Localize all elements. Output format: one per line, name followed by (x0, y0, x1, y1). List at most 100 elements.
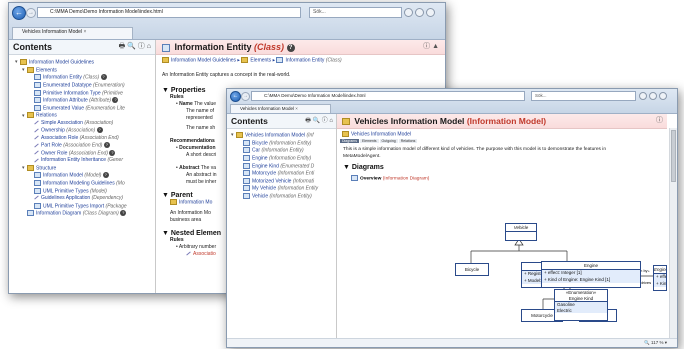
address-bar[interactable]: C:\MMA Demo\Demo Information Model\index… (251, 91, 525, 101)
breadcrumb-item[interactable]: Information Entity (285, 57, 324, 63)
tab-outgoing[interactable]: Outgoing (379, 139, 398, 144)
help-icon[interactable]: ? (102, 172, 109, 179)
settings-icon[interactable] (659, 92, 667, 100)
help-icon[interactable]: ? (120, 210, 127, 217)
uml-enum-value: Electric (555, 307, 607, 313)
home-icon[interactable] (404, 8, 413, 17)
tree-item-kind: (Model) (84, 172, 102, 179)
breadcrumb-item[interactable]: Elements (250, 57, 271, 63)
tree-item[interactable]: Vehicle (Information Entity) (231, 193, 336, 201)
uml-class-name: Motorcycle (531, 313, 553, 318)
overview-link[interactable]: Overview (Information Diagram) (343, 171, 667, 182)
contents-toolbar-icons[interactable]: 🖶 🔍 ⓘ ⌂ (305, 114, 333, 128)
page-title-kind: (Class) (254, 42, 285, 52)
folder-icon (20, 59, 27, 65)
info-icon[interactable]: ⓘ (656, 114, 663, 128)
nested-assoc-link[interactable]: Associatio (193, 251, 216, 257)
status-bar: 🔍 117 % ▾ (227, 338, 677, 347)
help-icon[interactable]: ? (112, 97, 119, 104)
tree-item[interactable]: Engine (Information Entity) (231, 154, 336, 163)
uml-class-engine-box[interactable]: Engine + effect: Integer [1] + Kind of E… (541, 261, 641, 288)
forward-button[interactable]: → (241, 92, 250, 101)
favorites-icon[interactable] (649, 92, 657, 100)
parent-link[interactable]: Information Mo (179, 200, 212, 206)
tree-item[interactable]: ▾ Information Model Guidelines (15, 59, 155, 67)
tree-item-label: Association Role (41, 134, 79, 141)
tree-item[interactable]: Motorcycle (Information Enti (231, 170, 336, 178)
help-icon[interactable]: ? (109, 149, 116, 156)
uml-class-name: Engine (654, 267, 667, 274)
tree-item[interactable]: ▾ Elements (15, 66, 155, 75)
tree-item[interactable]: Enumerated Datatype (Enumeration) (15, 81, 155, 90)
tree-item-kind: (Class Diagram) (82, 210, 119, 217)
tree-item[interactable]: Information Modeling Guidelines (Mo (15, 180, 155, 188)
tab-elements[interactable]: Elements (359, 139, 379, 144)
line-icon (34, 120, 39, 125)
tree-item[interactable]: Part Role (Association End) ? (15, 142, 155, 150)
tree-item[interactable]: ▾ Structure (15, 164, 155, 173)
class-icon (243, 154, 250, 161)
tree-item[interactable]: UML Primitive Types (Model) (15, 187, 155, 196)
home-icon[interactable] (639, 92, 647, 100)
tree-item[interactable]: My Vehicle (Information Entity (231, 185, 336, 193)
class-icon (276, 57, 284, 63)
uml-enum-engine-kind[interactable]: «Enumeration» Engine Kind Gasoline Elect… (554, 289, 608, 321)
tree-item[interactable]: Association Role (Association End) (15, 135, 155, 142)
contents-header: Contents 🖶 🔍 ⓘ ⌂ (9, 40, 155, 55)
uml-class-bicycle[interactable]: Bicycle (455, 263, 489, 276)
help-icon[interactable]: ? (96, 127, 103, 134)
tree-item[interactable]: UML Primitive Types Import (Package (15, 202, 155, 211)
tab-relations[interactable]: Relations (398, 139, 418, 144)
tree-item[interactable]: ▾ Relations (15, 112, 155, 120)
uml-class-engine[interactable]: Engine + effect: Integer [1] + Kind of E… (653, 265, 667, 291)
tree-item-label: Information Modeling Guidelines (43, 180, 115, 187)
vertical-scrollbar[interactable] (669, 128, 677, 338)
uml-class-vehicle[interactable]: Vehicle (505, 223, 537, 241)
info-icon[interactable]: ⓘ ▲ (423, 40, 439, 54)
tree-item[interactable]: Enumerated Value (Enumeration Lite (15, 104, 155, 113)
tree-item[interactable]: Information Attribute (Attribute) ? (15, 97, 155, 105)
tree-item[interactable]: Owner Role (Association End) ? (15, 149, 155, 158)
tree-item[interactable]: ▾ Vehicles Information Model (Inf (231, 132, 336, 140)
tree-item[interactable]: Guidelines Application (Dependency) (15, 195, 155, 202)
tree-item[interactable]: Information Diagram (Class Diagram) ? (15, 210, 155, 218)
browser-tab[interactable]: Vehicles Information Model × (12, 27, 133, 39)
tree-item[interactable]: Information Entity Inheritance (Gener (15, 157, 155, 164)
tree-item[interactable]: Motorized Vehicle (Informati (231, 177, 336, 186)
tree-item[interactable]: Ownership (Association) ? (15, 127, 155, 135)
tree-item[interactable]: Bicycle (Information Entity) (231, 139, 336, 148)
tree-item-label: Motorized Vehicle (252, 178, 292, 185)
contents-toolbar-icons[interactable]: 🖶 🔍 ⓘ ⌂ (119, 40, 151, 54)
address-bar[interactable]: C:\MMA Demo\Demo Information Model\index… (37, 7, 301, 18)
tab-diagrams[interactable]: Diagrams (340, 139, 359, 144)
help-icon[interactable]: ? (286, 43, 295, 52)
tree-item-kind: (Information Entity) (269, 139, 312, 146)
tree-item-label: Information Entity Inheritance (41, 157, 107, 164)
tree-item-kind: (Gener (107, 157, 123, 164)
search-box[interactable]: Sök... (531, 91, 636, 101)
scrollbar-thumb[interactable] (671, 130, 676, 182)
tree-item[interactable]: Engine Kind (Enumerated D (231, 162, 336, 171)
breadcrumb-item[interactable]: Vehicles Information Model (351, 131, 411, 137)
tree-item-kind: (Informati (292, 178, 314, 185)
back-button[interactable]: ← (230, 91, 241, 102)
help-icon[interactable]: ? (100, 74, 107, 81)
tree-item[interactable]: Information Model (Model) ? (15, 172, 155, 180)
contents-pane: Contents 🖶 🔍 ⓘ ⌂ ▾ Information Model Guid… (9, 40, 156, 293)
tree-item[interactable]: Car (Information Entity) (231, 147, 336, 155)
zoom-level[interactable]: 117 % (651, 340, 663, 345)
tree-item-label: Elements (36, 66, 57, 73)
tree-item[interactable]: Primitive Information Type (Primitive (15, 89, 155, 98)
page-header: Information Entity (Class) ? ⓘ ▲ (156, 40, 445, 55)
search-box[interactable]: Sök... (309, 7, 402, 18)
breadcrumb-item[interactable]: Information Model Guidelines (171, 57, 236, 63)
favorites-icon[interactable] (415, 8, 424, 17)
tree-item[interactable]: Simple Association (Association) (15, 120, 155, 127)
back-button[interactable]: ← (12, 6, 26, 20)
settings-icon[interactable] (426, 8, 435, 17)
abstract-text: The va (200, 165, 217, 172)
tree-item[interactable]: Information Entity (Class) ? (15, 74, 155, 82)
browser-tab[interactable]: Vehicles Information Model × (230, 104, 331, 113)
forward-button[interactable]: → (26, 8, 36, 18)
help-icon[interactable]: ? (103, 142, 110, 149)
